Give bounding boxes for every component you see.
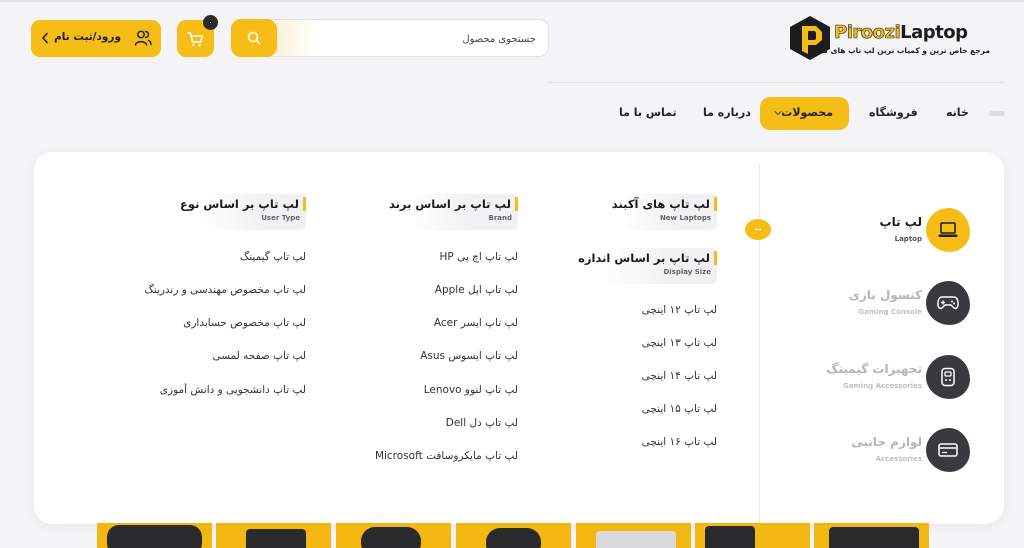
gaming-gear-icon bbox=[941, 367, 955, 387]
menu-link[interactable]: لپ تاپ ۱۵ اینچی bbox=[642, 403, 717, 415]
category-gaming-accessories[interactable]: تجهیزات گیمینگ Gaming Accessories bbox=[820, 355, 970, 405]
top-divider bbox=[0, 0, 1024, 2]
menu-link[interactable]: لپ تاپ اچ پی HP bbox=[440, 251, 518, 263]
mega-menu-divider bbox=[759, 164, 760, 524]
cart-icon bbox=[187, 31, 204, 46]
category-gaming-console[interactable]: کنسول بازی Gaming Console bbox=[820, 281, 970, 331]
menu-link[interactable]: لپ تاپ لنوو Lenovo bbox=[424, 384, 518, 396]
column-type-header[interactable]: لپ تاپ بر اساس نوع User Type bbox=[180, 197, 306, 222]
nav-about[interactable]: درباره ما bbox=[703, 106, 751, 119]
product-thumbnail[interactable] bbox=[456, 523, 571, 548]
nav-home[interactable]: خانه bbox=[946, 106, 969, 119]
category-subtitle: Laptop bbox=[894, 235, 922, 243]
column-brand-header[interactable]: لپ تاپ بر اساس برند Brand bbox=[389, 197, 518, 222]
menu-link[interactable]: لپ تاپ ۱۳ اینچی bbox=[642, 337, 717, 349]
category-title: لپ تاپ bbox=[879, 215, 922, 229]
chevron-left-icon bbox=[42, 32, 48, 44]
cart-count-badge: ۰ bbox=[203, 15, 218, 30]
active-category-marker bbox=[745, 219, 771, 240]
menu-link[interactable]: لپ تاپ مخصوص مهندسی و رندرینگ bbox=[144, 284, 306, 296]
menu-link[interactable]: لپ تاپ ایسر Acer bbox=[434, 317, 518, 329]
product-thumbnail[interactable] bbox=[97, 523, 212, 548]
menu-link[interactable]: لپ تاپ گیمینگ bbox=[240, 251, 306, 263]
product-thumbnail[interactable] bbox=[336, 523, 451, 548]
category-subtitle: Gaming Accessories bbox=[843, 382, 922, 390]
nav-contact[interactable]: تماس با ما bbox=[619, 106, 677, 119]
nav-products-label: محصولات bbox=[781, 106, 833, 119]
column-new-laptops-header[interactable]: لپ تاپ های آکبند New Laptops bbox=[612, 197, 717, 222]
menu-link[interactable]: لپ تاپ مایکروسافت Microsoft bbox=[375, 450, 518, 462]
login-register-button[interactable]: ورود/ثبت نام bbox=[31, 20, 161, 57]
menu-link[interactable]: لپ تاپ دانشجویی و دانش آموزی bbox=[160, 384, 306, 396]
product-thumbnail[interactable] bbox=[576, 523, 691, 548]
category-laptop[interactable]: لپ تاپ Laptop bbox=[820, 208, 970, 258]
menu-link[interactable]: لپ تاپ اپل Apple bbox=[435, 284, 518, 296]
nav-indicator bbox=[989, 111, 1005, 116]
search-icon bbox=[247, 31, 261, 45]
category-title: لوازم جانبی bbox=[851, 435, 922, 449]
column-size-header[interactable]: لپ تاپ بر اساس اندازه Display Size bbox=[578, 251, 717, 276]
menu-link[interactable]: لپ تاپ ایسوس Asus bbox=[420, 350, 518, 362]
login-label: ورود/ثبت نام bbox=[54, 31, 121, 43]
category-title: کنسول بازی bbox=[848, 288, 922, 302]
header-divider bbox=[547, 82, 1005, 83]
product-thumbnail[interactable] bbox=[695, 523, 810, 548]
menu-link[interactable]: لپ تاپ مخصوص حسابداری bbox=[183, 317, 306, 329]
product-thumbnail[interactable] bbox=[216, 523, 331, 548]
card-icon bbox=[938, 443, 958, 457]
cart-button[interactable]: ۰ bbox=[177, 15, 218, 57]
users-icon bbox=[134, 30, 152, 46]
chevron-down-icon bbox=[774, 110, 782, 116]
site-logo[interactable]: PirooziLaptop مرجع خاص ترین و کمیاب ترین… bbox=[786, 12, 992, 64]
menu-link[interactable]: لپ تاپ ۱۲ اینچی bbox=[642, 304, 717, 316]
search-button[interactable] bbox=[231, 19, 277, 57]
nav-products[interactable]: محصولات bbox=[760, 97, 849, 130]
logo-tagline: مرجع خاص ترین و کمیاب ترین لپ تاپ های کش… bbox=[806, 46, 990, 55]
category-title: تجهیزات گیمینگ bbox=[826, 362, 922, 376]
gamepad-icon bbox=[937, 296, 959, 310]
category-subtitle: Gaming Console bbox=[858, 308, 922, 316]
search-bar bbox=[231, 19, 549, 57]
menu-link[interactable]: لپ تاپ صفحه لمسی bbox=[212, 350, 306, 362]
category-accessories[interactable]: لوازم جانبی Accessories bbox=[820, 428, 970, 478]
product-thumbnail[interactable] bbox=[814, 523, 929, 548]
nav-shop[interactable]: فروشگاه bbox=[869, 106, 918, 119]
menu-link[interactable]: لپ تاپ ۱۴ اینچی bbox=[642, 370, 717, 382]
menu-link[interactable]: لپ تاپ ۱۶ اینچی bbox=[642, 436, 717, 448]
logo-text: PirooziLaptop bbox=[834, 22, 968, 44]
category-subtitle: Accessories bbox=[875, 455, 922, 463]
menu-link[interactable]: لپ تاپ دل Dell bbox=[446, 417, 518, 429]
search-input[interactable] bbox=[286, 29, 536, 49]
laptop-icon bbox=[938, 222, 958, 237]
